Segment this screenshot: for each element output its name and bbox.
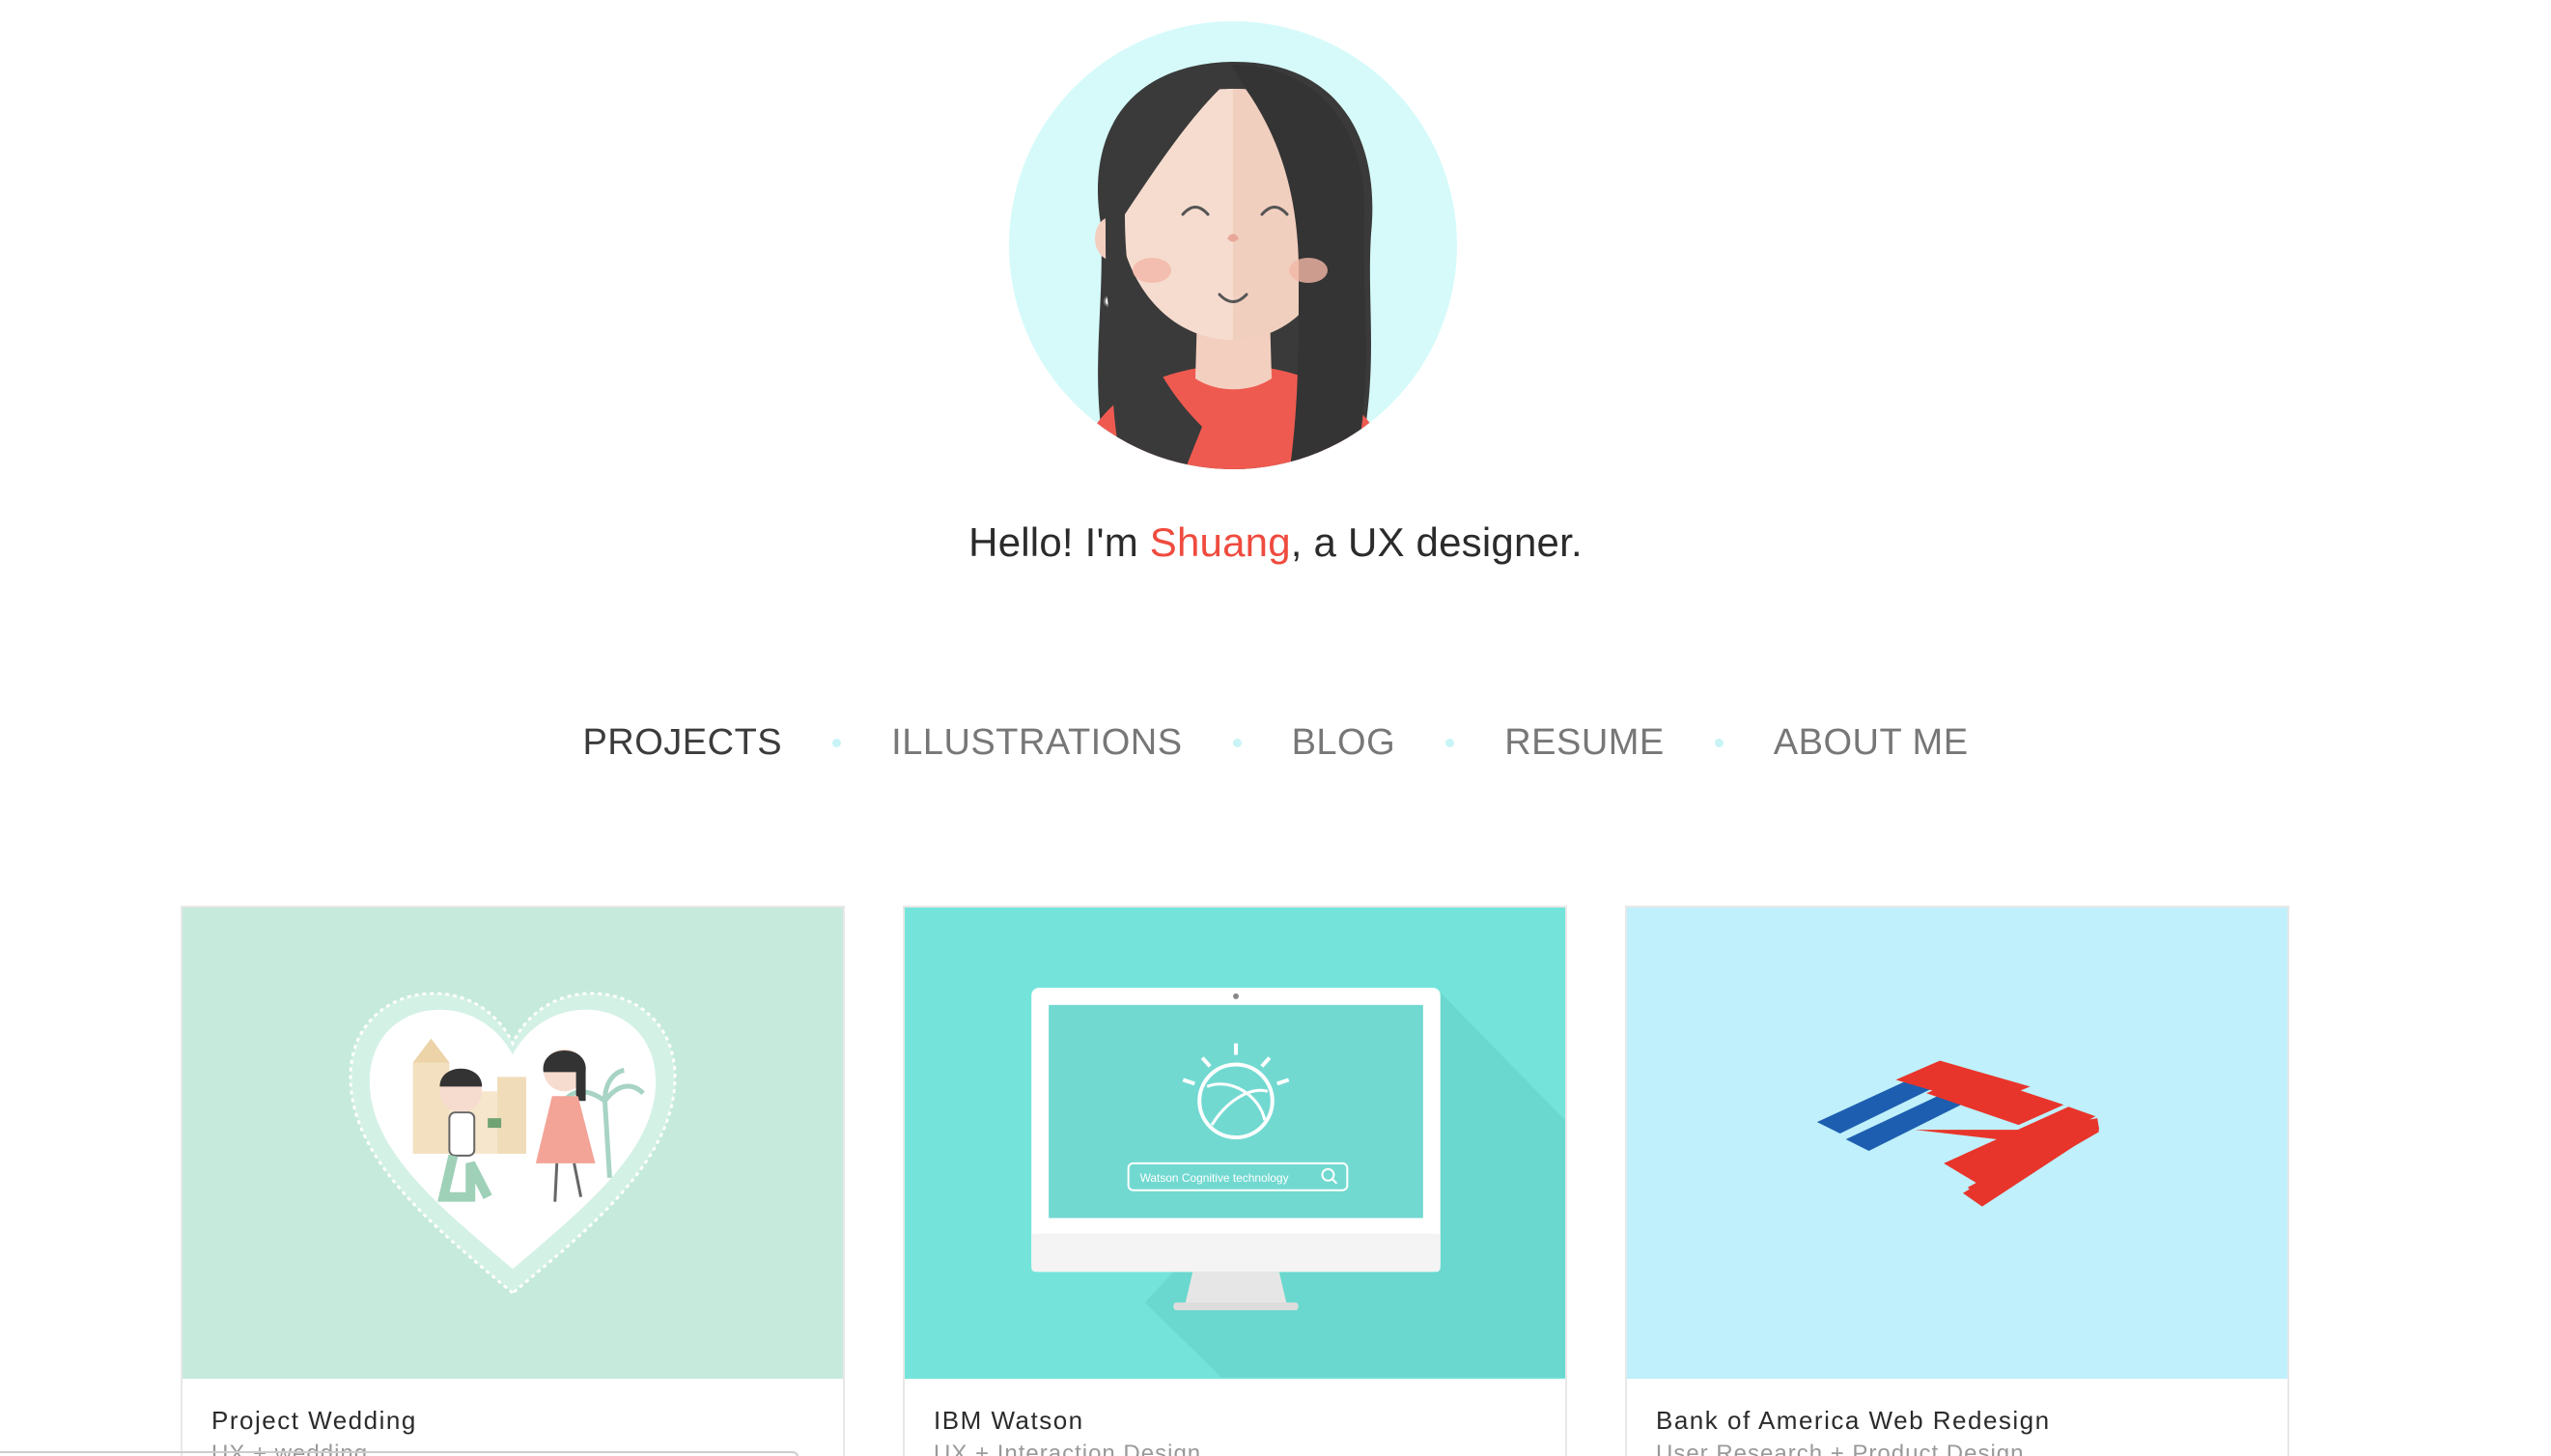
- project-subtitle: User Research + Product Design: [1656, 1441, 2025, 1456]
- project-card-bank-of-america[interactable]: Bank of America Web Redesign User Resear…: [1625, 906, 2289, 1456]
- project-title: Bank of America Web Redesign: [1656, 1406, 2051, 1435]
- project-title: Project Wedding: [211, 1406, 417, 1435]
- project-thumbnail: [182, 908, 843, 1379]
- project-card-ibm-watson[interactable]: Watson Cognitive technology IBM Watson U…: [903, 906, 1567, 1456]
- nav-separator-dot: [1445, 739, 1455, 747]
- main-nav: PROJECTS ILLUSTRATIONS BLOG RESUME ABOUT…: [0, 722, 2551, 764]
- greeting-prefix: Hello! I'm: [968, 519, 1150, 565]
- monitor-illustration: Watson Cognitive technology: [1031, 987, 1565, 1378]
- nav-separator-dot: [832, 739, 842, 747]
- avatar: [1009, 21, 1458, 470]
- bottom-overlay-edge: [0, 1451, 799, 1456]
- greeting-suffix: , a UX designer.: [1290, 519, 1583, 565]
- portfolio-page: Hello! I'm Shuang, a UX designer. PROJEC…: [0, 0, 2551, 1456]
- greeting-heading: Hello! I'm Shuang, a UX designer.: [0, 519, 2551, 566]
- bank-of-america-logo-icon: [1816, 1060, 2100, 1207]
- project-subtitle: UX + Interaction Design: [934, 1441, 1202, 1456]
- girl-avatar-icon: [1009, 21, 1457, 469]
- project-title: IBM Watson: [934, 1406, 1084, 1435]
- nav-illustrations[interactable]: ILLUSTRATIONS: [891, 722, 1182, 764]
- wedding-heart-illustration: [349, 992, 677, 1296]
- nav-about-me[interactable]: ABOUT ME: [1774, 722, 1969, 764]
- nav-separator-dot: [1232, 739, 1242, 747]
- project-thumbnail: Watson Cognitive technology: [905, 908, 1565, 1379]
- project-card-wedding[interactable]: Project Wedding UX + wedding: [181, 906, 845, 1456]
- project-thumbnail: [1627, 908, 2287, 1379]
- nav-blog[interactable]: BLOG: [1292, 722, 1396, 764]
- greeting-name: Shuang: [1149, 519, 1291, 565]
- nav-separator-dot: [1714, 739, 1724, 747]
- nav-resume[interactable]: RESUME: [1504, 722, 1665, 764]
- watson-search-text: Watson Cognitive technology: [1140, 1171, 1289, 1185]
- nav-projects[interactable]: PROJECTS: [582, 722, 782, 764]
